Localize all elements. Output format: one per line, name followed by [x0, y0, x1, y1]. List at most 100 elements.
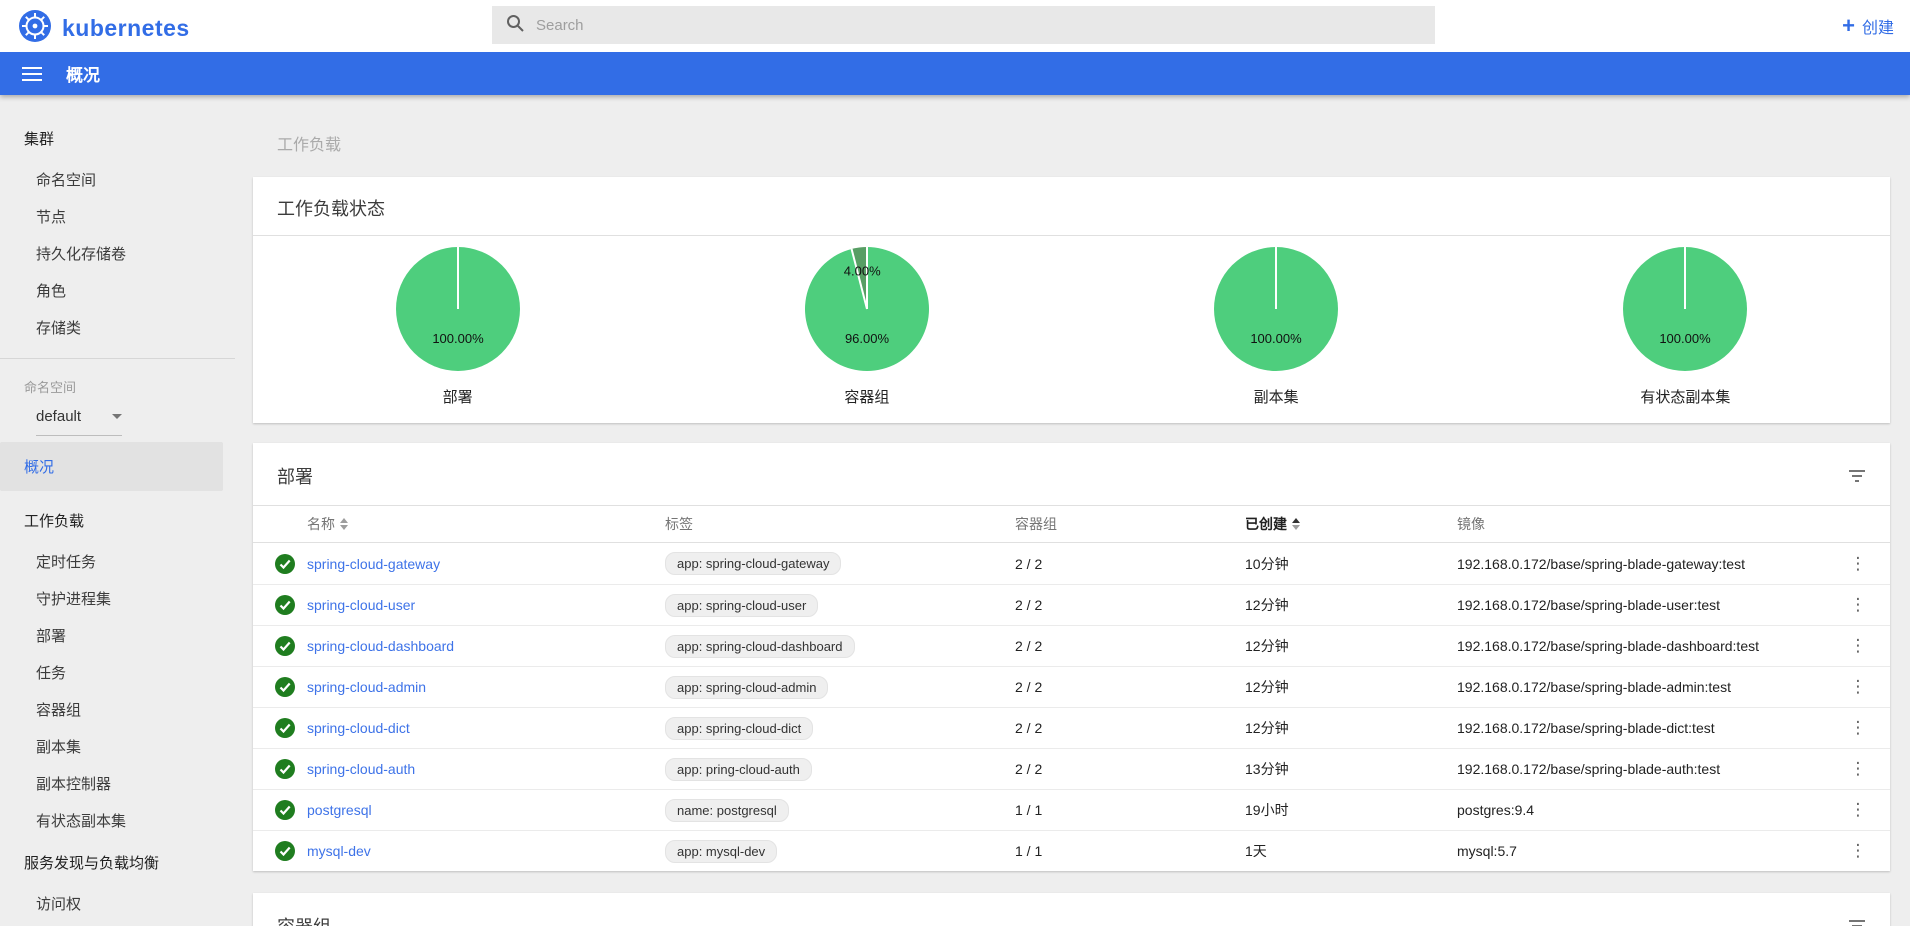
column-header[interactable]: 名称	[307, 514, 665, 534]
created-cell: 12分钟	[1245, 718, 1457, 738]
table-row: spring-cloud-authapp: pring-cloud-auth2 …	[253, 748, 1890, 789]
status-ok-icon	[263, 595, 307, 615]
deployment-name-link[interactable]: spring-cloud-gateway	[307, 556, 440, 572]
sidebar-item[interactable]: 定时任务	[0, 543, 235, 580]
pods-cell: 2 / 2	[1015, 556, 1245, 572]
status-ok-icon	[263, 800, 307, 820]
label-chip: app: spring-cloud-dashboard	[665, 635, 855, 658]
sidebar-item[interactable]: 容器组	[0, 691, 235, 728]
chevron-down-icon	[112, 414, 122, 419]
sidebar-item[interactable]: 概况	[0, 442, 223, 491]
table-row: postgresqlname: postgresql1 / 119小时postg…	[253, 789, 1890, 830]
images-cell: 192.168.0.172/base/spring-blade-auth:tes…	[1457, 761, 1836, 777]
images-cell: 192.168.0.172/base/spring-blade-dict:tes…	[1457, 720, 1836, 736]
column-header[interactable]: 已创建	[1245, 514, 1457, 534]
top-app-bar: kubernetes + 创建	[0, 0, 1910, 52]
table-row: spring-cloud-admin app: spring-cloud-admi…	[253, 666, 1890, 707]
label-chip: app: spring-cloud-admin	[665, 676, 828, 699]
sidebar-item[interactable]: 守护进程集	[0, 580, 235, 617]
images-cell: 192.168.0.172/base/spring-blade-admin:te…	[1457, 679, 1836, 695]
table-row: mysql-devapp: mysql-dev1 / 11天mysql:5.7⋮	[253, 830, 1890, 871]
svg-text:96.00%: 96.00%	[845, 331, 890, 346]
deployment-name-link[interactable]: spring-cloud-admin	[307, 679, 426, 695]
workload-pie: 100.00%副本集	[1072, 244, 1481, 407]
search-bar[interactable]	[492, 6, 1435, 44]
row-menu-icon[interactable]: ⋮	[1836, 677, 1880, 697]
pie-caption: 有状态副本集	[1640, 386, 1730, 407]
column-header: 镜像	[1457, 514, 1836, 534]
pie-chart-svg: 100.00%	[393, 244, 523, 374]
row-menu-icon[interactable]: ⋮	[1836, 759, 1880, 779]
deployment-name-link[interactable]: mysql-dev	[307, 843, 371, 859]
deployment-name-link[interactable]: spring-cloud-dict	[307, 720, 410, 736]
deployments-card: 部署 名称标签容器组已创建镜像 spring-cloud-gateway app:…	[253, 443, 1890, 871]
status-ok-icon	[263, 841, 307, 861]
menu-icon[interactable]	[22, 63, 42, 85]
svg-text:100.00%: 100.00%	[1660, 331, 1712, 346]
search-input[interactable]	[536, 17, 1421, 34]
pie-chart-svg: 96.00% 4.00%	[802, 244, 932, 374]
label-chip: app: spring-cloud-user	[665, 594, 818, 617]
row-menu-icon[interactable]: ⋮	[1836, 841, 1880, 861]
namespace-select[interactable]: default	[36, 408, 122, 436]
column-header: 容器组	[1015, 514, 1245, 534]
images-cell: mysql:5.7	[1457, 843, 1836, 859]
row-menu-icon[interactable]: ⋮	[1836, 595, 1880, 615]
row-menu-icon[interactable]: ⋮	[1836, 636, 1880, 656]
pie-caption: 容器组	[844, 386, 889, 407]
kubernetes-wheel-icon	[18, 9, 52, 48]
sidebar-item[interactable]: 持久化存储卷	[0, 235, 235, 272]
sidebar-item[interactable]: 部署	[0, 617, 235, 654]
sidebar-item[interactable]: 命名空间	[0, 161, 235, 198]
sidebar-item[interactable]: 存储类	[0, 309, 235, 346]
brand-title: kubernetes	[62, 15, 190, 42]
sidebar-item[interactable]: 节点	[0, 198, 235, 235]
sidebar-item[interactable]: 访问权	[0, 885, 235, 922]
created-cell: 12分钟	[1245, 677, 1457, 697]
column-header: 标签	[665, 514, 1015, 534]
sidebar-item[interactable]: 服务	[0, 922, 235, 926]
create-button[interactable]: + 创建	[1842, 0, 1894, 52]
created-cell: 19小时	[1245, 800, 1457, 820]
breadcrumb: 工作负载	[277, 131, 1890, 155]
sidebar-nav: 集群命名空间节点持久化存储卷角色存储类 命名空间 default 概况工作负载定…	[0, 95, 235, 926]
deployment-name-link[interactable]: spring-cloud-auth	[307, 761, 415, 777]
sidebar-section-2: 工作负载	[0, 497, 235, 543]
label-chip: app: mysql-dev	[665, 840, 777, 863]
created-cell: 1天	[1245, 841, 1457, 861]
filter-icon[interactable]	[1848, 468, 1866, 484]
deployments-title: 部署	[277, 463, 313, 489]
row-menu-icon[interactable]: ⋮	[1836, 554, 1880, 574]
sidebar-item[interactable]: 有状态副本集	[0, 802, 235, 839]
deployments-table: spring-cloud-gateway app: spring-cloud-ga…	[253, 543, 1890, 871]
row-menu-icon[interactable]: ⋮	[1836, 800, 1880, 820]
namespace-label: 命名空间	[24, 377, 235, 396]
pods-cell: 1 / 1	[1015, 802, 1245, 818]
sidebar-item[interactable]: 角色	[0, 272, 235, 309]
deployment-name-link[interactable]: spring-cloud-user	[307, 597, 415, 613]
table-row: spring-cloud-gateway app: spring-cloud-ga…	[253, 543, 1890, 584]
label-chip: app: spring-cloud-dict	[665, 717, 813, 740]
deployment-name-link[interactable]: spring-cloud-dashboard	[307, 638, 454, 654]
sidebar-item[interactable]: 副本集	[0, 728, 235, 765]
sidebar-item[interactable]: 副本控制器	[0, 765, 235, 802]
workload-status-charts: 100.00%部署96.00%4.00%容器组100.00%副本集100.00%…	[253, 236, 1890, 423]
page-title: 概况	[66, 61, 100, 86]
label-chip: app: spring-cloud-gateway	[665, 552, 841, 575]
deployment-name-link[interactable]: postgresql	[307, 802, 372, 818]
workload-pie: 96.00% 4.00% 容器组	[662, 244, 1071, 407]
sidebar-section-3: 服务发现与负载均衡	[0, 839, 235, 885]
created-cell: 10分钟	[1245, 554, 1457, 574]
sidebar-divider	[0, 358, 235, 359]
main-content: 工作负载 工作负载状态 100.00%部署96.00%4.00%容器组100.0…	[235, 95, 1910, 926]
pods-card: 容器组	[253, 893, 1890, 926]
created-cell: 13分钟	[1245, 759, 1457, 779]
kubernetes-logo[interactable]: kubernetes	[18, 9, 190, 48]
filter-icon[interactable]	[1848, 918, 1866, 926]
svg-text:4.00%: 4.00%	[844, 263, 881, 278]
sort-arrows-icon	[1292, 518, 1300, 530]
svg-text:100.00%: 100.00%	[1250, 331, 1302, 346]
sidebar-item[interactable]: 任务	[0, 654, 235, 691]
row-menu-icon[interactable]: ⋮	[1836, 718, 1880, 738]
workload-status-card: 工作负载状态 100.00%部署96.00%4.00%容器组100.00%副本集…	[253, 177, 1890, 423]
